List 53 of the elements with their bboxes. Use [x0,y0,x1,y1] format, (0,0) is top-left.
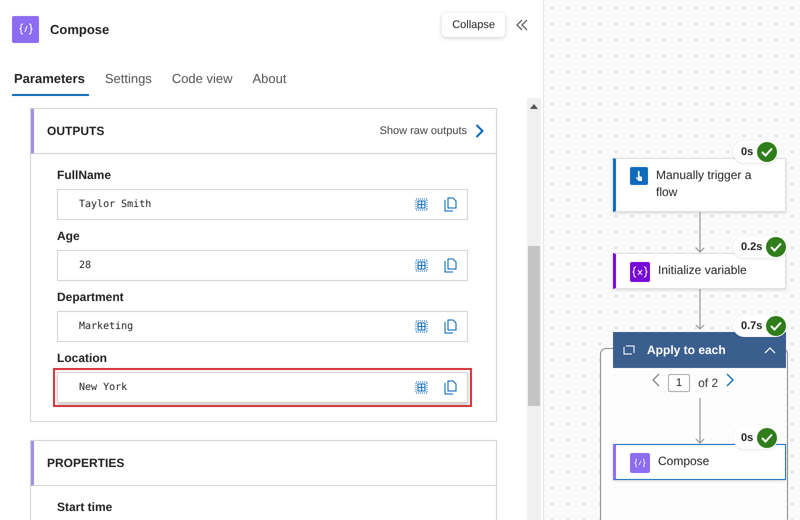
page-number-field[interactable]: 1 [668,374,690,392]
duration-text: 0.7s [741,320,762,332]
connector-arrow [695,212,705,253]
loop-title: Apply to each [647,343,726,357]
output-field[interactable]: Marketing [57,311,468,342]
action-title: Initialize variable [658,262,747,279]
action-card[interactable]: Initialize variable [613,253,786,289]
field-label: Location [57,351,108,365]
section-header[interactable]: OUTPUTS Show raw outputs [31,109,496,154]
table-icon[interactable] [415,198,428,211]
table-icon[interactable] [415,381,428,394]
loop-icon [623,345,635,355]
connector-arrow [695,289,705,330]
hand-tap-icon [630,167,648,185]
field-label: Age [57,229,81,243]
scroll-up-icon[interactable] [530,104,538,109]
output-field[interactable]: 28 [57,250,468,281]
field-label: Start time [57,500,114,514]
table-icon[interactable] [415,320,428,333]
action-card[interactable]: Manually trigger a flow [613,158,786,212]
scrollbar[interactable] [527,98,541,520]
show-raw-outputs-link[interactable]: Show raw outputs [380,125,467,137]
copy-icon[interactable] [444,319,457,334]
output-field[interactable]: Taylor Smith [57,189,468,220]
copy-icon[interactable] [444,380,457,395]
collapse-tooltip: Collapse [442,13,505,37]
duration-text: 0.2s [741,241,762,253]
compose-icon [12,16,39,42]
chevron-right-icon[interactable] [475,124,484,138]
tab[interactable]: Parameters [12,68,89,96]
copy-icon[interactable] [444,258,457,273]
tab[interactable]: About [250,68,290,96]
section-header[interactable]: PROPERTIES [31,441,496,486]
chevron-up-icon[interactable] [764,346,776,354]
page-total: of 2 [698,376,718,390]
section-title: OUTPUTS [47,124,104,138]
field-label: Department [57,290,125,304]
duration-text: 0s [741,432,754,444]
table-icon[interactable] [415,259,428,272]
braces-icon [630,453,650,473]
panel-title: Compose [50,22,110,36]
section-title: PROPERTIES [47,456,124,470]
braces-icon [630,262,650,282]
action-title: Manually trigger a flow [656,167,752,201]
action-card[interactable]: Compose [613,444,786,480]
field-label: FullName [57,168,112,182]
tab[interactable]: Code view [170,68,237,96]
tab[interactable]: Settings [102,68,156,96]
loop-header[interactable]: Apply to each [613,332,786,368]
copy-icon[interactable] [444,197,457,212]
connector-arrow [695,398,705,444]
action-title: Compose [658,453,710,470]
duration-text: 0s [741,146,754,158]
